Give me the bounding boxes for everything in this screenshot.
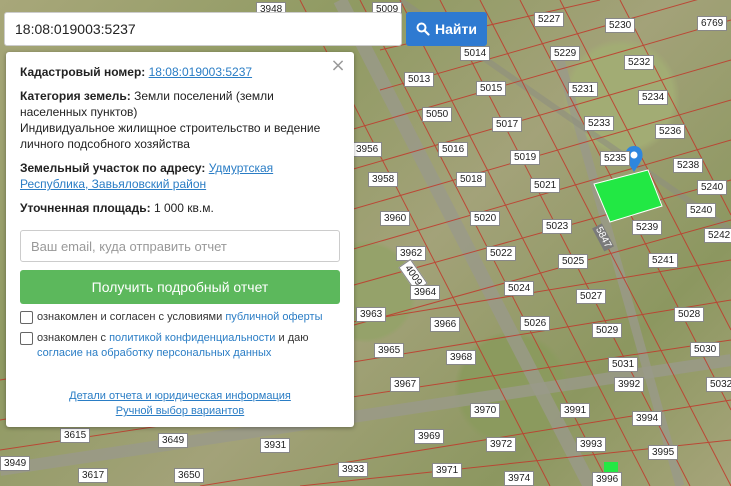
plot-label: 5017 (492, 117, 523, 132)
cadastral-label: Кадастровый номер: (20, 65, 146, 79)
data-processing-link[interactable]: согласие на обработку персональных данны… (37, 347, 271, 359)
plot-label: 5050 (422, 107, 453, 122)
email-field[interactable] (20, 230, 340, 262)
plot-label: 5242 (704, 228, 731, 243)
search-icon (416, 22, 430, 36)
plot-label: 3972 (486, 437, 517, 452)
plot-label: 5029 (592, 323, 623, 338)
plot-label: 5240 (686, 203, 717, 218)
plot-label: 3966 (430, 317, 461, 332)
plot-label: 5031 (608, 357, 639, 372)
privacy-checkbox[interactable] (20, 332, 33, 345)
usage-value: Индивидуальное жилищное строительство и … (20, 121, 321, 151)
plot-label: 3933 (338, 462, 369, 477)
plot-label: 3963 (356, 307, 387, 322)
plot-label: 3964 (410, 285, 441, 300)
plot-label: 5020 (470, 211, 501, 226)
plot-label: 5030 (690, 342, 721, 357)
plot-label: 6769 (697, 16, 728, 31)
plot-label: 5229 (550, 46, 581, 61)
offer-consent: ознакомлен и согласен с условиями публич… (20, 310, 340, 325)
plot-label: 5032 (706, 377, 731, 392)
plot-label: 5234 (638, 90, 669, 105)
category-row: Категория земель: Земли поселений (земли… (20, 88, 340, 152)
plot-label: 3991 (560, 403, 591, 418)
consent2-mid: и даю (275, 332, 309, 344)
plot-label: 5023 (542, 219, 573, 234)
plot-label: 3958 (368, 172, 399, 187)
plot-label: 3967 (390, 377, 421, 392)
plot-label: 5028 (674, 307, 705, 322)
plot-label: 3968 (446, 350, 477, 365)
plot-label: 5233 (584, 116, 615, 131)
plot-label: 5024 (504, 281, 535, 296)
plot-label: 5240 (697, 180, 728, 195)
area-label: Уточненная площадь: (20, 201, 151, 215)
plot-label: 5227 (534, 12, 565, 27)
plot-label: 3949 (0, 456, 31, 471)
cadastral-row: Кадастровый номер: 18:08:019003:5237 (20, 64, 340, 80)
cadastral-number-link[interactable]: 18:08:019003:5237 (149, 65, 252, 79)
consent2-text: ознакомлен с (37, 332, 110, 344)
plot-label: 3615 (60, 428, 91, 443)
plot-label: 3971 (432, 463, 463, 478)
plot-label: 3992 (614, 377, 645, 392)
plot-label: 3974 (504, 471, 535, 486)
plot-label: 3965 (374, 343, 405, 358)
plot-label: 3970 (470, 403, 501, 418)
plot-label: 5015 (476, 81, 507, 96)
plot-label: 5013 (404, 72, 435, 87)
search-button[interactable]: Найти (406, 12, 487, 46)
plot-label: 5021 (530, 178, 561, 193)
plot-label: 5239 (632, 220, 663, 235)
panel-footer-links: Детали отчета и юридическая информация Р… (6, 389, 354, 419)
plot-label: 5027 (576, 289, 607, 304)
plot-label: 5241 (648, 253, 679, 268)
plot-label: 5022 (486, 246, 517, 261)
plot-label: 3931 (260, 438, 291, 453)
close-icon[interactable]: × (330, 57, 346, 75)
plot-label: 3969 (414, 429, 445, 444)
plot-label: 3617 (78, 468, 109, 483)
plot-label: 3650 (174, 468, 205, 483)
plot-label: 5018 (456, 172, 487, 187)
privacy-policy-link[interactable]: политикой конфиденциальности (109, 332, 275, 344)
plot-label: 3996 (592, 472, 623, 486)
plot-label: 3956 (352, 142, 383, 157)
plot-label: 3960 (380, 211, 411, 226)
search-field[interactable] (4, 12, 402, 46)
category-label: Категория земель: (20, 89, 131, 103)
search-input[interactable] (5, 13, 401, 45)
plot-label: 5019 (510, 150, 541, 165)
manual-selection-link[interactable]: Ручной выбор вариантов (6, 404, 354, 419)
plot-label: 3994 (632, 411, 663, 426)
address-row: Земельный участок по адресу: Удмуртская … (20, 160, 340, 192)
offer-checkbox[interactable] (20, 311, 33, 324)
plot-label: 5238 (673, 158, 704, 173)
plot-label: 5232 (624, 55, 655, 70)
parcel-info-panel: × Кадастровый номер: 18:08:019003:5237 К… (6, 52, 354, 427)
plot-label: 5014 (460, 46, 491, 61)
plot-label: 5236 (655, 124, 686, 139)
plot-label: 5235 (600, 151, 631, 166)
address-label: Земельный участок по адресу: (20, 161, 206, 175)
area-row: Уточненная площадь: 1 000 кв.м. (20, 200, 340, 216)
plot-label: 5231 (568, 82, 599, 97)
area-value: 1 000 кв.м. (153, 201, 214, 215)
report-details-link[interactable]: Детали отчета и юридическая информация (6, 389, 354, 404)
search-button-label: Найти (435, 21, 477, 37)
plot-label: 3995 (648, 445, 679, 460)
get-report-button[interactable]: Получить подробный отчет (20, 270, 340, 304)
privacy-consent: ознакомлен с политикой конфиденциальност… (20, 331, 340, 361)
consent1-text: ознакомлен и согласен с условиями (37, 311, 226, 323)
plot-label: 5025 (558, 254, 589, 269)
plot-label: 3993 (576, 437, 607, 452)
plot-label: 5026 (520, 316, 551, 331)
public-offer-link[interactable]: публичной оферты (225, 311, 322, 323)
plot-label: 5016 (438, 142, 469, 157)
plot-label: 5230 (605, 18, 636, 33)
plot-label: 3649 (158, 433, 189, 448)
